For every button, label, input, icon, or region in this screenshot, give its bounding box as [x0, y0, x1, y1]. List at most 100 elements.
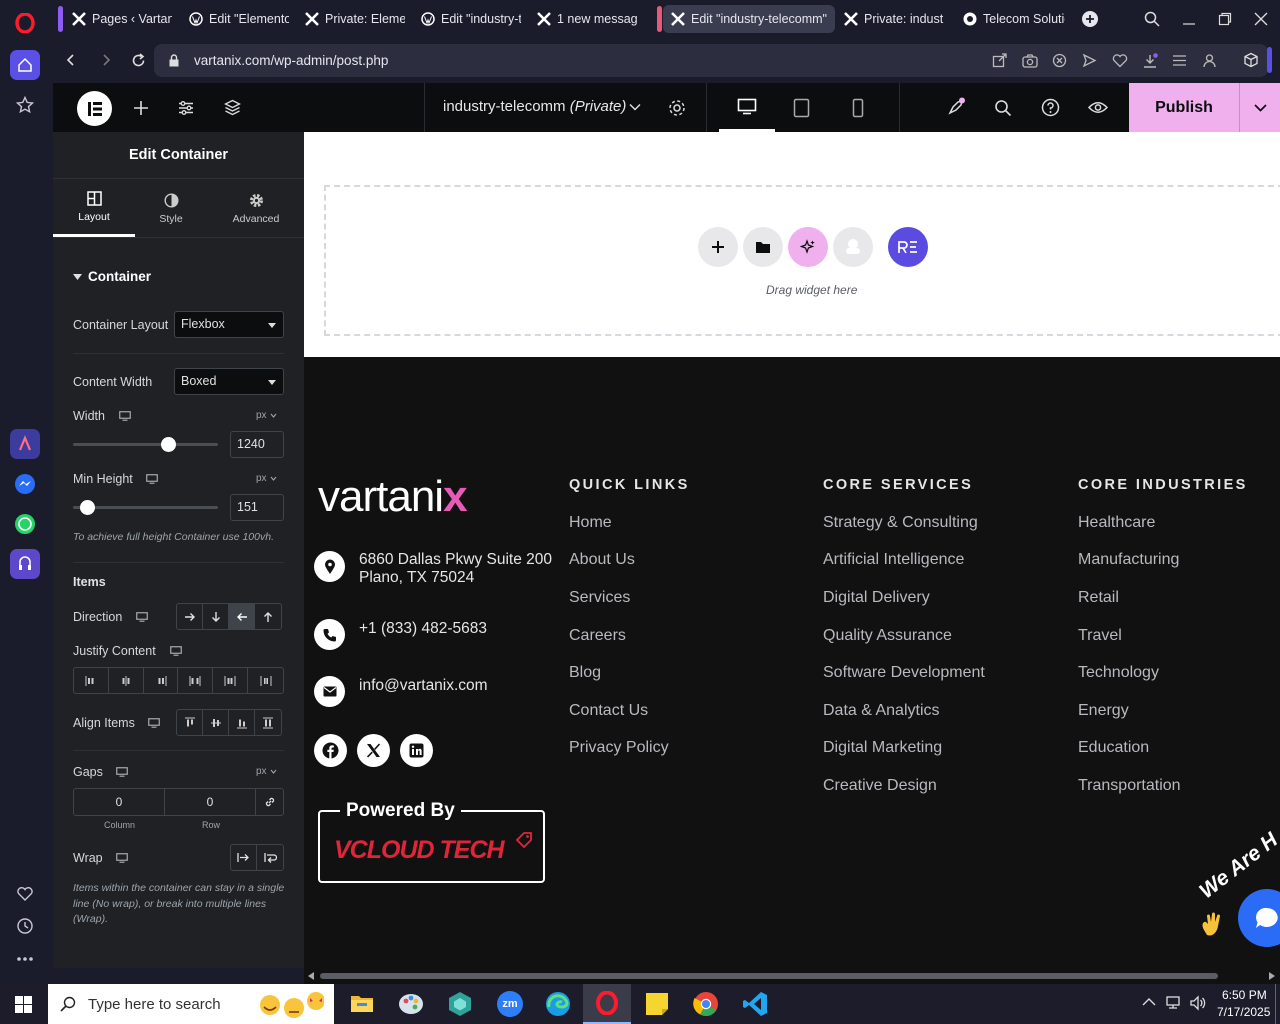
desktop-responsive-icon[interactable] [119, 411, 131, 421]
footer-link-contact[interactable]: Contact Us [569, 702, 648, 720]
show-hidden-icons-icon[interactable] [1142, 997, 1156, 1007]
publish-button[interactable]: Publish [1129, 83, 1239, 132]
min-height-slider-track[interactable] [73, 500, 218, 515]
bookmark-heart-icon[interactable] [1112, 53, 1128, 68]
footer-link-privacy[interactable]: Privacy Policy [569, 739, 669, 757]
justify-center-icon[interactable] [109, 668, 144, 693]
tablet-view-icon[interactable] [793, 98, 810, 118]
opera-taskbar-button[interactable] [583, 984, 631, 1024]
align-end-icon[interactable] [229, 710, 255, 735]
industry-link-education[interactable]: Education [1078, 739, 1149, 757]
music-player-icon[interactable] [10, 549, 40, 579]
royal-elementor-addons-icon[interactable] [888, 227, 928, 267]
desktop-responsive-icon[interactable] [136, 612, 148, 622]
industry-link-retail[interactable]: Retail [1078, 589, 1119, 607]
width-slider-track[interactable] [73, 437, 218, 452]
tab-private-industry[interactable]: Private: industry [836, 5, 952, 33]
easy-setup-icon[interactable] [1172, 53, 1187, 68]
more-icon[interactable] [10, 944, 40, 974]
tab-private-element[interactable]: Private: Element [297, 5, 413, 33]
service-link-strategy[interactable]: Strategy & Consulting [823, 514, 978, 532]
clock-time[interactable]: 6:50 PM [1222, 988, 1267, 1002]
restore-icon[interactable] [1218, 12, 1232, 26]
nowrap-icon[interactable] [231, 845, 257, 870]
direction-row-arrow-right-icon[interactable] [177, 604, 203, 629]
industry-link-energy[interactable]: Energy [1078, 702, 1129, 720]
home-icon[interactable] [10, 50, 40, 80]
tab-layout[interactable]: Layout [53, 180, 135, 237]
chat-button[interactable] [1238, 889, 1280, 947]
link-values-icon[interactable] [256, 789, 283, 815]
justify-space-between-icon[interactable] [178, 668, 214, 693]
file-explorer-icon[interactable] [350, 992, 374, 1014]
network-icon[interactable] [1165, 995, 1183, 1011]
direction-column-arrow-down-icon[interactable] [203, 604, 229, 629]
canvas-horizontal-scrollbar[interactable] [304, 968, 1280, 984]
tab-advanced[interactable]: Advanced [213, 180, 299, 237]
reload-icon[interactable] [131, 53, 146, 68]
tab-pages[interactable]: Pages ‹ Vartanix [64, 5, 180, 33]
add-new-container-icon[interactable] [698, 227, 738, 267]
preview-eye-icon[interactable] [1088, 100, 1108, 115]
profile-icon[interactable] [1202, 53, 1217, 68]
forward-icon[interactable] [99, 53, 113, 67]
send-icon[interactable] [1082, 53, 1097, 68]
star-icon[interactable] [10, 90, 40, 120]
back-icon[interactable] [64, 53, 78, 67]
chrome-browser-icon[interactable] [693, 991, 719, 1017]
edge-browser-icon[interactable] [545, 991, 571, 1017]
sticky-notes-icon[interactable] [645, 992, 669, 1016]
direction-row-reverse-arrow-left-icon[interactable] [229, 604, 255, 629]
service-link-ai[interactable]: Artificial Intelligence [823, 551, 964, 569]
desktop-responsive-icon[interactable] [148, 718, 160, 728]
service-link-qa[interactable]: Quality Assurance [823, 627, 952, 645]
page-title[interactable]: industry-telecomm (Private) [443, 98, 626, 115]
page-title-chevron-icon[interactable] [629, 103, 641, 111]
gap-column-input[interactable]: 0 [74, 789, 165, 815]
width-input[interactable]: 1240 [230, 431, 284, 458]
justify-end-icon[interactable] [144, 668, 179, 693]
scroll-right-icon[interactable] [1268, 972, 1275, 980]
clock-date[interactable]: 7/17/2025 [1217, 1005, 1270, 1019]
desktop-responsive-icon[interactable] [170, 646, 182, 656]
direction-column-reverse-arrow-up-icon[interactable] [255, 604, 281, 629]
extensions-cube-icon[interactable] [1243, 52, 1259, 68]
email-address[interactable]: info@vartanix.com [359, 677, 488, 695]
tab-telecom-solutions[interactable]: Telecom Solutio [955, 5, 1073, 33]
show-desktop-button[interactable] [1275, 984, 1276, 1024]
paint-app-icon[interactable] [398, 992, 424, 1016]
footer-link-careers[interactable]: Careers [569, 627, 626, 645]
section-container-toggle[interactable]: Container [73, 269, 151, 284]
tab-search-icon[interactable] [1144, 11, 1160, 27]
history-icon[interactable] [10, 911, 40, 941]
url-field[interactable]: vartanix.com/wp-admin/post.php [154, 44, 1268, 77]
structure-layers-icon[interactable] [224, 99, 241, 116]
notifications-rocket-icon[interactable] [946, 97, 966, 117]
close-window-icon[interactable] [1254, 12, 1268, 26]
service-link-digital-delivery[interactable]: Digital Delivery [823, 589, 930, 607]
taskbar-search-box[interactable]: Type here to search [48, 984, 334, 1024]
tab-edit-industry-tr[interactable]: Edit "industry-tr [413, 5, 529, 33]
width-slider-handle[interactable] [161, 437, 177, 452]
industry-link-healthcare[interactable]: Healthcare [1078, 514, 1155, 532]
justify-space-around-icon[interactable] [213, 668, 249, 693]
new-tab-icon[interactable] [1082, 11, 1098, 27]
desktop-responsive-icon[interactable] [116, 767, 128, 777]
linkedin-icon[interactable] [400, 734, 433, 767]
adblock-icon[interactable] [1052, 53, 1067, 68]
tab-style[interactable]: Style [135, 180, 207, 237]
page-settings-gear-icon[interactable] [668, 99, 686, 117]
share-icon[interactable] [992, 53, 1007, 68]
lock-icon[interactable] [168, 54, 180, 67]
industry-link-technology[interactable]: Technology [1078, 664, 1159, 682]
footer-link-home[interactable]: Home [569, 514, 612, 532]
downloads-icon[interactable] [1142, 53, 1158, 69]
windows-start-icon[interactable] [15, 996, 32, 1013]
add-element-icon[interactable] [133, 100, 149, 116]
template-folder-icon[interactable] [743, 227, 783, 267]
content-width-select[interactable]: Boxed [174, 368, 284, 395]
industry-link-manufacturing[interactable]: Manufacturing [1078, 551, 1179, 569]
footer-link-services[interactable]: Services [569, 589, 630, 607]
heart-icon[interactable] [10, 879, 40, 909]
phone-number[interactable]: +1 (833) 482-5683 [359, 620, 487, 638]
